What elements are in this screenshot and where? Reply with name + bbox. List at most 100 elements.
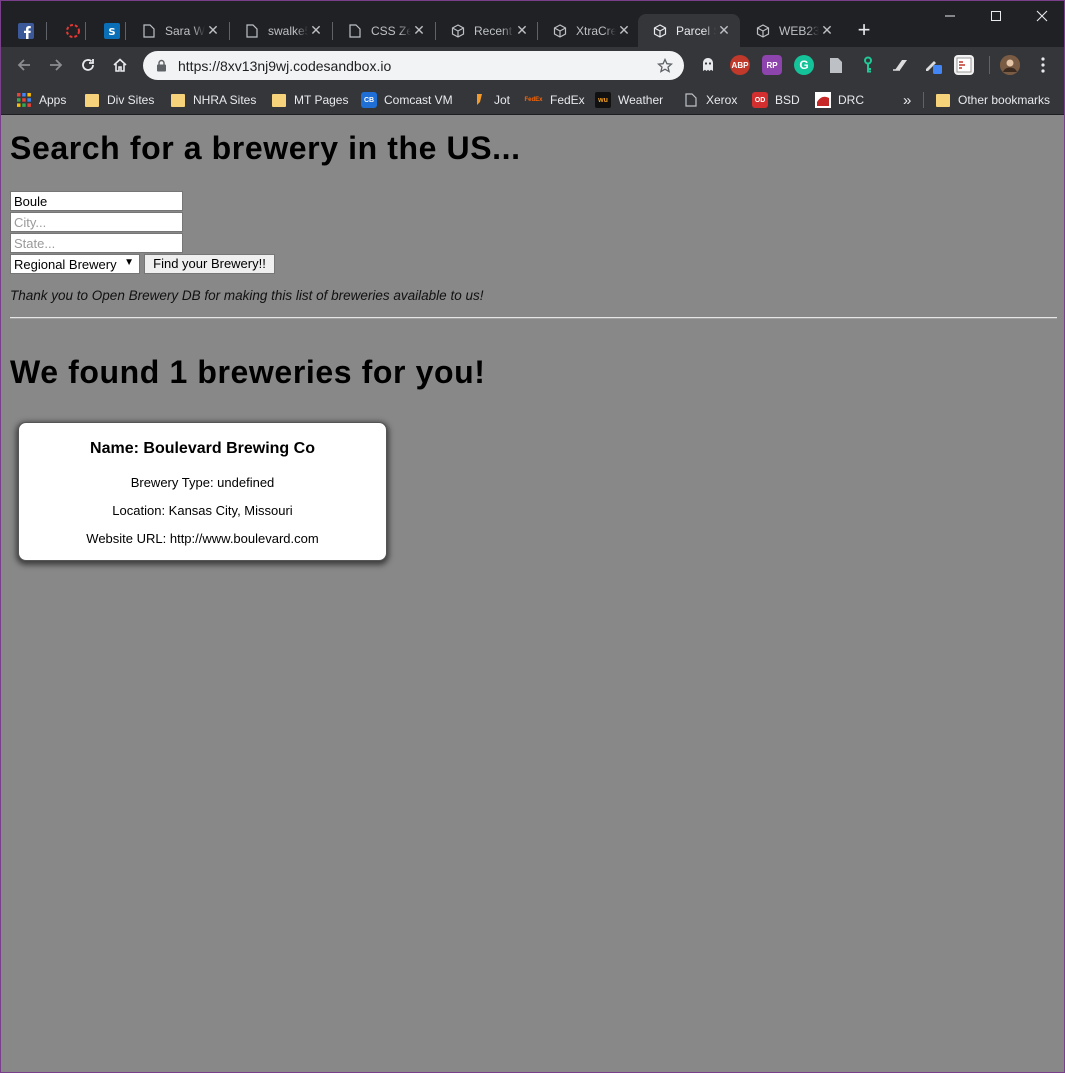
- brewery-name-input[interactable]: [10, 191, 183, 211]
- bookmark-mt-pages[interactable]: MT Pages: [271, 90, 348, 110]
- tab-facebook[interactable]: [1, 14, 37, 47]
- tab-label: Recent: [474, 23, 513, 38]
- tab-label: Parcel S: [676, 23, 716, 38]
- folder-icon: [271, 92, 287, 108]
- back-button[interactable]: [12, 53, 36, 77]
- bookmark-jot[interactable]: Jot: [471, 90, 510, 110]
- url-text: https://8xv13nj9wj.codesandbox.io: [178, 57, 392, 74]
- maximize-button[interactable]: [973, 1, 1019, 31]
- bookmark-comcast-vm[interactable]: CB Comcast VM: [361, 90, 453, 110]
- close-icon[interactable]: ✕: [514, 22, 530, 39]
- close-window-button[interactable]: [1019, 1, 1065, 31]
- bookmark-bsd[interactable]: OD BSD: [752, 90, 800, 110]
- grammarly-extension-icon[interactable]: G: [794, 55, 814, 75]
- page-icon: [141, 23, 157, 39]
- kebab-menu-icon: [1041, 57, 1045, 73]
- page-icon: [683, 92, 699, 108]
- bookmark-label: BSD: [775, 93, 800, 107]
- tab-sharepoint[interactable]: S: [87, 14, 123, 47]
- bookmark-nhra-sites[interactable]: NHRA Sites: [170, 90, 256, 110]
- divider: [10, 317, 1057, 319]
- lock-icon: [154, 59, 168, 73]
- state-input[interactable]: [10, 233, 183, 253]
- tab-parcel-active[interactable]: Parcel S ✕: [638, 14, 740, 47]
- reload-button[interactable]: [76, 53, 100, 77]
- brewery-type-select[interactable]: Regional Brewery ▼: [10, 254, 140, 274]
- tab-strip: S Sara W ✕ swalke5 ✕ CSS Zen ✕ Recent ✕ …: [1, 1, 1064, 47]
- browser-toolbar: https://8xv13nj9wj.codesandbox.io ABP RP…: [1, 47, 1064, 84]
- bookmark-label: Weather: [618, 93, 664, 107]
- tab-sara[interactable]: Sara W ✕: [127, 14, 229, 47]
- find-brewery-button[interactable]: Find your Brewery!!: [144, 254, 275, 274]
- bookmark-label: Xerox: [706, 93, 738, 107]
- close-icon[interactable]: ✕: [411, 22, 427, 39]
- close-icon[interactable]: ✕: [205, 22, 221, 39]
- adblock-extension-icon[interactable]: ABP: [730, 55, 750, 75]
- credit-text: Thank you to Open Brewery DB for making …: [10, 288, 484, 303]
- bookmark-label: MT Pages: [294, 93, 349, 107]
- tab-label: WEB23: [779, 23, 819, 38]
- home-button[interactable]: [108, 53, 132, 77]
- jot-icon: [471, 92, 487, 108]
- bookmarks-overflow-button[interactable]: »: [903, 90, 911, 110]
- browser-menu-button[interactable]: [1031, 53, 1055, 77]
- tab-css-zen[interactable]: CSS Zen ✕: [333, 14, 435, 47]
- codesandbox-icon: [450, 23, 466, 39]
- bookmark-other-bookmarks[interactable]: Other bookmarks: [935, 90, 1050, 110]
- bookmark-star-icon[interactable]: [654, 57, 676, 74]
- bookmark-fedex[interactable]: FedEx FedEx: [524, 90, 584, 110]
- bookmark-label: Apps: [39, 93, 67, 107]
- close-icon[interactable]: ✕: [716, 22, 732, 39]
- comcast-icon: CB: [361, 92, 377, 108]
- rp-extension-icon[interactable]: RP: [762, 55, 782, 75]
- codesandbox-icon: [552, 23, 568, 39]
- tab-xtracre[interactable]: XtraCre ✕: [538, 14, 640, 47]
- ghostery-extension-icon[interactable]: [698, 55, 718, 75]
- brewery-name: Name: Boulevard Brewing Co: [90, 440, 315, 457]
- sharepoint-icon: S: [104, 22, 120, 39]
- bookmark-apps[interactable]: Apps: [16, 90, 66, 110]
- city-input[interactable]: [10, 212, 183, 232]
- codesandbox-icon: [755, 23, 771, 39]
- bookmark-div-sites[interactable]: Div Sites: [84, 90, 154, 110]
- forward-button[interactable]: [44, 53, 68, 77]
- minimize-icon: [945, 15, 955, 17]
- bsd-icon: OD: [752, 92, 768, 108]
- tab-recent[interactable]: Recent ✕: [436, 14, 538, 47]
- brewery-website: Website URL: http://www.boulevard.com: [86, 531, 319, 546]
- folder-icon: [170, 92, 186, 108]
- close-icon[interactable]: ✕: [616, 22, 632, 39]
- close-icon: [1036, 10, 1048, 22]
- bookmark-weather[interactable]: wu Weather: [595, 90, 663, 110]
- maximize-icon: [991, 11, 1001, 21]
- new-tab-button[interactable]: +: [853, 19, 875, 41]
- color-picker-extension-icon[interactable]: [923, 55, 943, 75]
- brewery-location: Location: Kansas City, Missouri: [112, 503, 293, 518]
- close-icon[interactable]: ✕: [308, 22, 324, 39]
- results-heading: We found 1 breweries for you!: [10, 354, 486, 390]
- bookmark-label: Div Sites: [107, 93, 155, 107]
- back-arrow-icon: [17, 59, 30, 71]
- eraser-extension-icon[interactable]: [890, 55, 910, 75]
- brewery-type: Brewery Type: undefined: [130, 475, 275, 490]
- page-icon: [347, 23, 363, 39]
- select-value: Regional Brewery: [14, 256, 117, 272]
- bookmark-drc[interactable]: DRC: [815, 90, 864, 110]
- minimize-button[interactable]: [927, 1, 973, 31]
- tab-swalke[interactable]: swalke5 ✕: [230, 14, 332, 47]
- address-bar[interactable]: https://8xv13nj9wj.codesandbox.io: [143, 51, 684, 80]
- snip-extension-icon[interactable]: [954, 55, 974, 75]
- bookmark-xerox[interactable]: Xerox: [683, 90, 737, 110]
- brewery-card: Name: Boulevard Brewing Co Brewery Type:…: [18, 422, 387, 561]
- page-content: Search for a brewery in the US... Region…: [1, 116, 1064, 1072]
- key-extension-icon[interactable]: [858, 55, 878, 75]
- tab-web23[interactable]: WEB23 ✕: [741, 14, 843, 47]
- loading-icon: [65, 23, 81, 39]
- close-icon[interactable]: ✕: [819, 22, 835, 39]
- avatar[interactable]: [1000, 55, 1020, 75]
- tab-loading[interactable]: [48, 14, 84, 47]
- document-extension-icon[interactable]: [826, 55, 846, 75]
- tab-label: XtraCre: [576, 23, 616, 38]
- tab-label: CSS Zen: [371, 23, 411, 38]
- svg-text:S: S: [108, 27, 115, 38]
